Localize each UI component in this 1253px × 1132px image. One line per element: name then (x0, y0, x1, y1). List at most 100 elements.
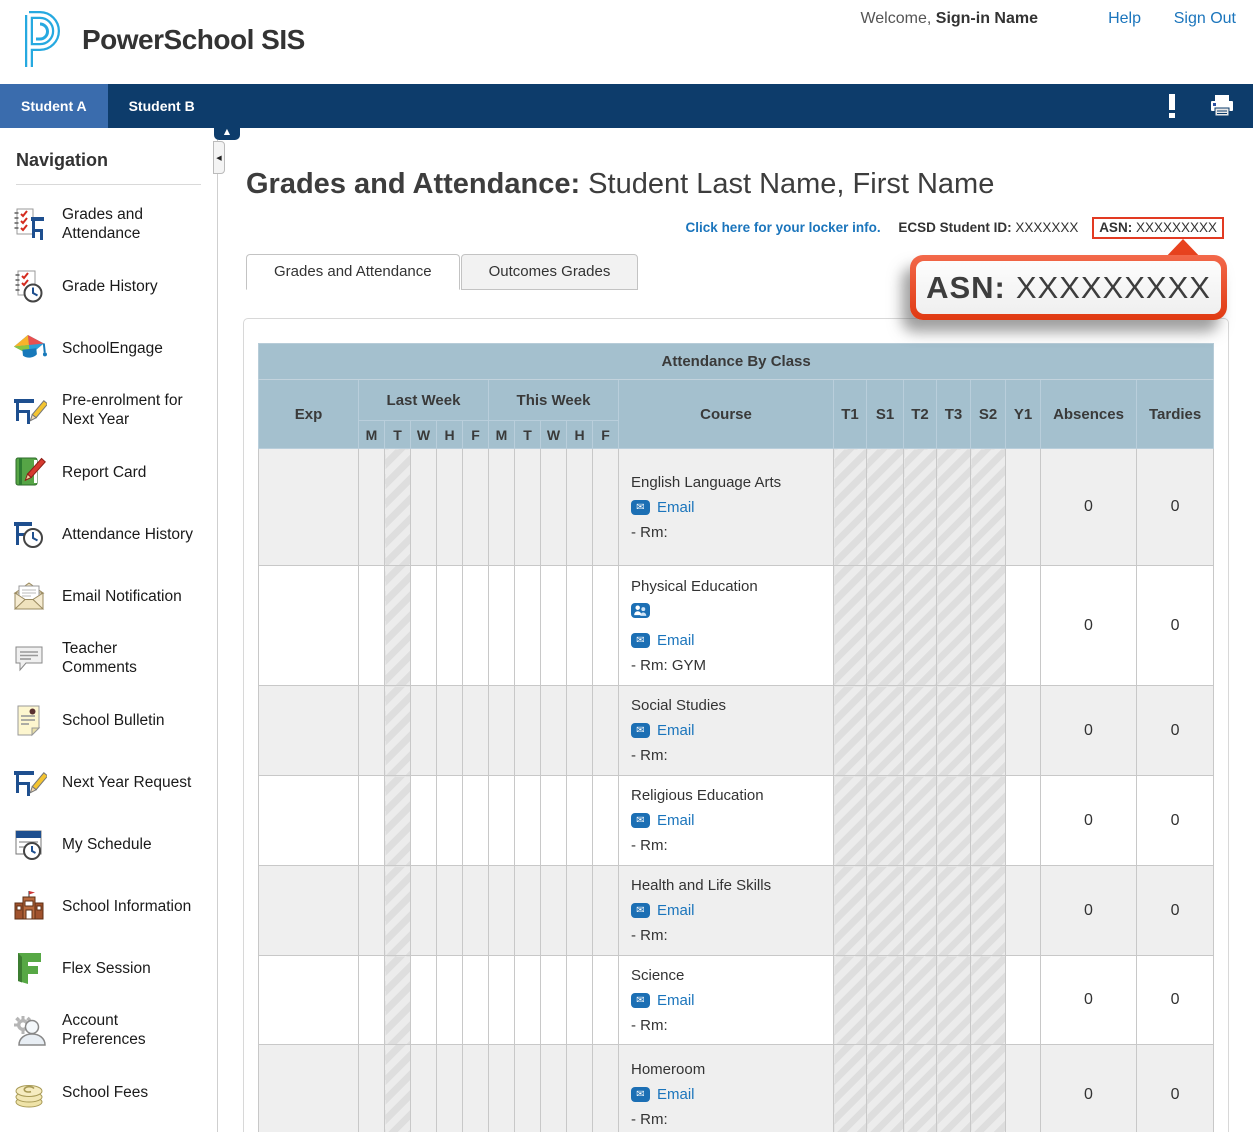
table-row: Science✉Email- Rm:00 (259, 956, 1214, 1045)
sidebar-item-next-year-request[interactable]: Next Year Request (0, 751, 217, 813)
email-link[interactable]: Email (657, 902, 695, 919)
user-name: Sign-in Name (936, 10, 1038, 27)
course-name: Health and Life Skills (631, 877, 825, 894)
term-cell-s1 (867, 1045, 904, 1132)
my-schedule-icon (10, 825, 48, 863)
email-link[interactable]: Email (657, 722, 695, 739)
sidebar-item-label: Report Card (48, 463, 146, 482)
day-cell (567, 449, 593, 566)
term-cell-t2 (904, 776, 937, 866)
alert-glyph (1169, 94, 1175, 118)
day-cell (541, 566, 567, 686)
sidebar-collapse-left-icon[interactable]: ◀ (213, 141, 225, 174)
term-cell-s2 (971, 776, 1006, 866)
email-link[interactable]: Email (657, 992, 695, 1009)
sidebar-item-school-fees[interactable]: School Fees (0, 1061, 217, 1123)
day-cell (411, 866, 437, 956)
locker-info-link[interactable]: Click here for your locker info. (686, 220, 881, 235)
course-cell: Physical Education✉Email- Rm: GYM (619, 566, 834, 686)
table-row: Religious Education✉Email- Rm:00 (259, 776, 1214, 866)
pre-enrolment-icon (10, 391, 48, 429)
term-cell-s2 (971, 566, 1006, 686)
exp-cell (259, 1045, 359, 1132)
course-cell: Science✉Email- Rm: (619, 956, 834, 1045)
room-label: - Rm: (631, 524, 825, 541)
sidebar-item-teacher-comments[interactable]: Teacher Comments (0, 627, 217, 689)
student-id-label: ECSD Student ID: (898, 220, 1011, 235)
day-cell (489, 1045, 515, 1132)
day-header-this-t-6: T (515, 421, 541, 449)
table-row: Social Studies✉Email- Rm:00 (259, 686, 1214, 776)
tab-outcomes-grades[interactable]: Outcomes Grades (461, 254, 639, 290)
day-header-last-w-2: W (411, 421, 437, 449)
room-label: - Rm: (631, 747, 825, 764)
student-tab-student-b[interactable]: Student B (108, 84, 216, 128)
tardies-cell: 0 (1137, 776, 1214, 866)
sign-out-link[interactable]: Sign Out (1174, 10, 1236, 28)
term-cell-t3 (937, 866, 971, 956)
email-link[interactable]: Email (657, 632, 695, 649)
col-header-exp: Exp (259, 380, 359, 449)
sidebar-item-flex-session[interactable]: Flex Session (0, 937, 217, 999)
student-bar: Student AStudent B (0, 84, 1253, 128)
email-link[interactable]: Email (657, 812, 695, 829)
alert-icon[interactable] (1163, 84, 1181, 128)
course-cell: Religious Education✉Email- Rm: (619, 776, 834, 866)
email-link[interactable]: Email (657, 1086, 695, 1103)
col-header-absences: Absences (1041, 380, 1137, 449)
term-cell-y1 (1006, 776, 1041, 866)
sidebar-item-school-information[interactable]: School Information (0, 875, 217, 937)
term-cell-s2 (971, 449, 1006, 566)
sidebar-item-report-card[interactable]: Report Card (0, 441, 217, 503)
day-cell (541, 686, 567, 776)
sidebar-item-email-notification[interactable]: Email Notification (0, 565, 217, 627)
exp-cell (259, 776, 359, 866)
sidebar-item-account-preferences[interactable]: Account Preferences (0, 999, 217, 1061)
sidebar-item-grade-history[interactable]: Grade History (0, 255, 217, 317)
day-header-last-f-4: F (463, 421, 489, 449)
day-cell (515, 1045, 541, 1132)
term-cell-y1 (1006, 956, 1041, 1045)
day-cell (515, 776, 541, 866)
class-group-icon (631, 603, 650, 618)
help-link[interactable]: Help (1108, 10, 1141, 28)
term-cell-s1 (867, 956, 904, 1045)
top-header: PowerSchool SIS Welcome, Sign-in Name He… (0, 0, 1253, 84)
day-cell (385, 449, 411, 566)
sidebar-item-attendance-history[interactable]: Attendance History (0, 503, 217, 565)
sidebar-item-grades-and-attendance[interactable]: Grades and Attendance (0, 193, 217, 255)
report-card-icon (10, 453, 48, 491)
grades-attendance-icon (10, 205, 48, 243)
email-icon: ✉ (631, 1087, 650, 1102)
term-cell-t2 (904, 449, 937, 566)
term-cell-t3 (937, 776, 971, 866)
sidebar-item-pre-enrolment-for-next-year[interactable]: Pre-enrolment for Next Year (0, 379, 217, 441)
attendance-history-icon (10, 515, 48, 553)
day-cell (411, 686, 437, 776)
day-cell (463, 776, 489, 866)
day-cell (567, 1045, 593, 1132)
sidebar-collapse-up-icon[interactable]: ▲ (214, 125, 240, 140)
term-cell-s1 (867, 449, 904, 566)
day-cell (385, 866, 411, 956)
day-cell (593, 776, 619, 866)
tardies-cell: 0 (1137, 866, 1214, 956)
email-link[interactable]: Email (657, 499, 695, 516)
student-tab-student-a[interactable]: Student A (0, 84, 108, 128)
sidebar-item-schoolengage[interactable]: SchoolEngage (0, 317, 217, 379)
sidebar-items: Grades and AttendanceGrade HistorySchool… (0, 193, 217, 1123)
tardies-cell: 0 (1137, 449, 1214, 566)
sidebar-item-school-bulletin[interactable]: School Bulletin (0, 689, 217, 751)
term-cell-s1 (867, 566, 904, 686)
printer-icon[interactable] (1209, 84, 1235, 128)
term-cell-y1 (1006, 686, 1041, 776)
term-cell-t1 (834, 956, 867, 1045)
col-header-last-week: Last Week (359, 380, 489, 421)
day-cell (359, 449, 385, 566)
sidebar-item-label: My Schedule (48, 835, 152, 854)
sidebar-item-my-schedule[interactable]: My Schedule (0, 813, 217, 875)
day-cell (437, 686, 463, 776)
day-cell (489, 566, 515, 686)
tab-grades-and-attendance[interactable]: Grades and Attendance (246, 254, 460, 290)
day-cell (437, 1045, 463, 1132)
